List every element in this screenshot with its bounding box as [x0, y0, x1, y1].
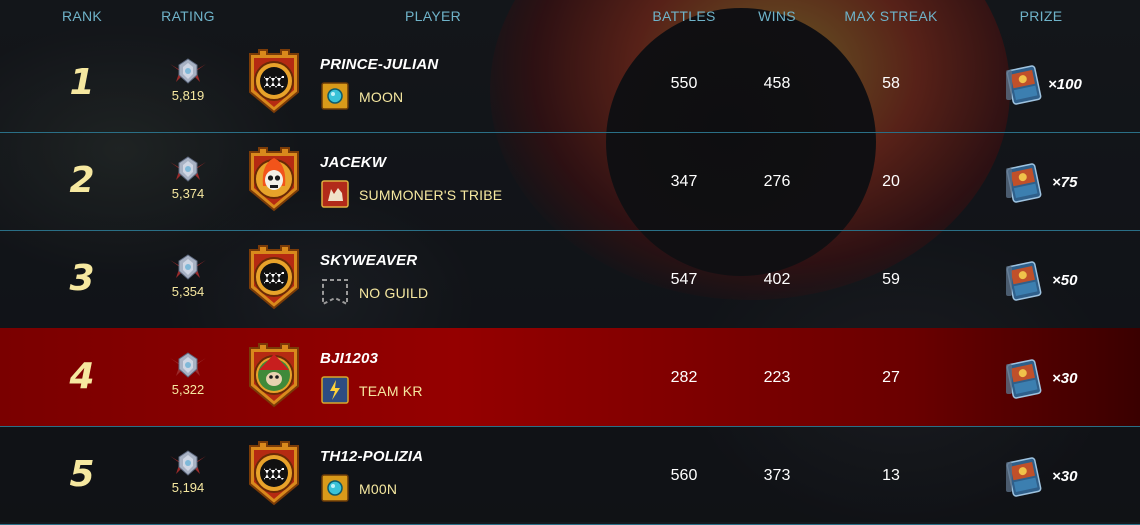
table-row[interactable]: 4 5,322 BJI1203 TEAM KR 282 223 27 ×30 [0, 328, 1140, 427]
header-rating[interactable]: RATING [161, 8, 215, 24]
empty-guild-icon [322, 279, 348, 306]
moon-guild-icon [321, 82, 349, 110]
rank-number: 5 [69, 454, 95, 495]
monster-mouth-avatar[interactable] [245, 244, 303, 310]
player-name[interactable]: PRINCE-JULIAN [320, 56, 438, 73]
rank-number: 1 [69, 62, 95, 103]
prize-quantity: ×30 [1052, 370, 1078, 387]
player-name[interactable]: TH12-POLIZIA [320, 448, 423, 465]
wins-value: 458 [763, 75, 791, 92]
player-name[interactable]: BJI1203 [320, 350, 378, 367]
table-header: RANK RATING PLAYER BATTLES WINS MAX STRE… [0, 0, 1140, 34]
rating-value: 5,322 [171, 382, 205, 397]
rating-value: 5,819 [171, 88, 205, 103]
monster-mouth-avatar[interactable] [245, 48, 303, 114]
guild-name[interactable]: NO GUILD [359, 285, 428, 301]
wins-value: 402 [763, 271, 791, 288]
wolf-guild-icon [321, 180, 349, 208]
table-row[interactable]: 2 5,374 JACEKW SUMMONER'S TRIBE 347 276 … [0, 132, 1140, 231]
monster-mouth-avatar[interactable] [245, 440, 303, 506]
rating-crest-icon [170, 450, 206, 476]
max-streak-value: 13 [882, 467, 900, 484]
moon-guild-icon [321, 474, 349, 502]
header-prize[interactable]: PRIZE [1020, 8, 1063, 24]
card-pack-icon [1006, 261, 1042, 301]
rating-value: 5,194 [171, 480, 205, 495]
flame-skull-avatar[interactable] [245, 146, 303, 212]
rank-number: 2 [69, 160, 95, 201]
header-battles[interactable]: BATTLES [652, 8, 715, 24]
wins-value: 276 [763, 173, 791, 190]
max-streak-value: 58 [882, 75, 900, 92]
guild-name[interactable]: MOON [359, 89, 403, 105]
rank-number: 4 [69, 356, 95, 397]
battles-value: 547 [670, 271, 698, 288]
prize-quantity: ×30 [1052, 468, 1078, 485]
header-rank[interactable]: RANK [62, 8, 102, 24]
prize-quantity: ×100 [1048, 76, 1082, 93]
player-name[interactable]: JACEKW [320, 154, 386, 171]
header-wins[interactable]: WINS [758, 8, 796, 24]
header-max-streak[interactable]: MAX STREAK [844, 8, 937, 24]
player-name[interactable]: SKYWEAVER [320, 252, 417, 269]
guild-name[interactable]: M00N [359, 481, 397, 497]
lightning-guild-icon [321, 376, 349, 404]
card-pack-icon [1006, 359, 1042, 399]
battles-value: 282 [670, 369, 698, 386]
card-pack-icon [1006, 457, 1042, 497]
guild-name[interactable]: TEAM KR [359, 383, 423, 399]
table-row[interactable]: 3 5,354 SKYWEAVER NO GUILD 547 402 59 ×5… [0, 230, 1140, 329]
max-streak-value: 59 [882, 271, 900, 288]
rating-crest-icon [170, 352, 206, 378]
battles-value: 347 [670, 173, 698, 190]
wins-value: 223 [763, 369, 791, 386]
guild-name[interactable]: SUMMONER'S TRIBE [359, 187, 502, 203]
prize-quantity: ×50 [1052, 272, 1078, 289]
battles-value: 550 [670, 75, 698, 92]
rating-crest-icon [170, 58, 206, 84]
wins-value: 373 [763, 467, 791, 484]
leaderboard-table: RANK RATING PLAYER BATTLES WINS MAX STRE… [0, 0, 1140, 525]
max-streak-value: 27 [882, 369, 900, 386]
rating-value: 5,374 [171, 186, 205, 201]
rating-value: 5,354 [171, 284, 205, 299]
rating-crest-icon [170, 156, 206, 182]
table-row[interactable]: 1 5,819 PRINCE-JULIAN MOON 550 458 58 ×1… [0, 34, 1140, 133]
card-pack-icon [1006, 163, 1042, 203]
rating-crest-icon [170, 254, 206, 280]
red-hat-goblin-avatar[interactable] [245, 342, 303, 408]
battles-value: 560 [670, 467, 698, 484]
header-player[interactable]: PLAYER [405, 8, 461, 24]
rank-number: 3 [69, 258, 95, 299]
table-row[interactable]: 5 5,194 TH12-POLIZIA M00N 560 373 13 ×30 [0, 426, 1140, 525]
prize-quantity: ×75 [1052, 174, 1078, 191]
card-pack-icon [1006, 65, 1042, 105]
max-streak-value: 20 [882, 173, 900, 190]
